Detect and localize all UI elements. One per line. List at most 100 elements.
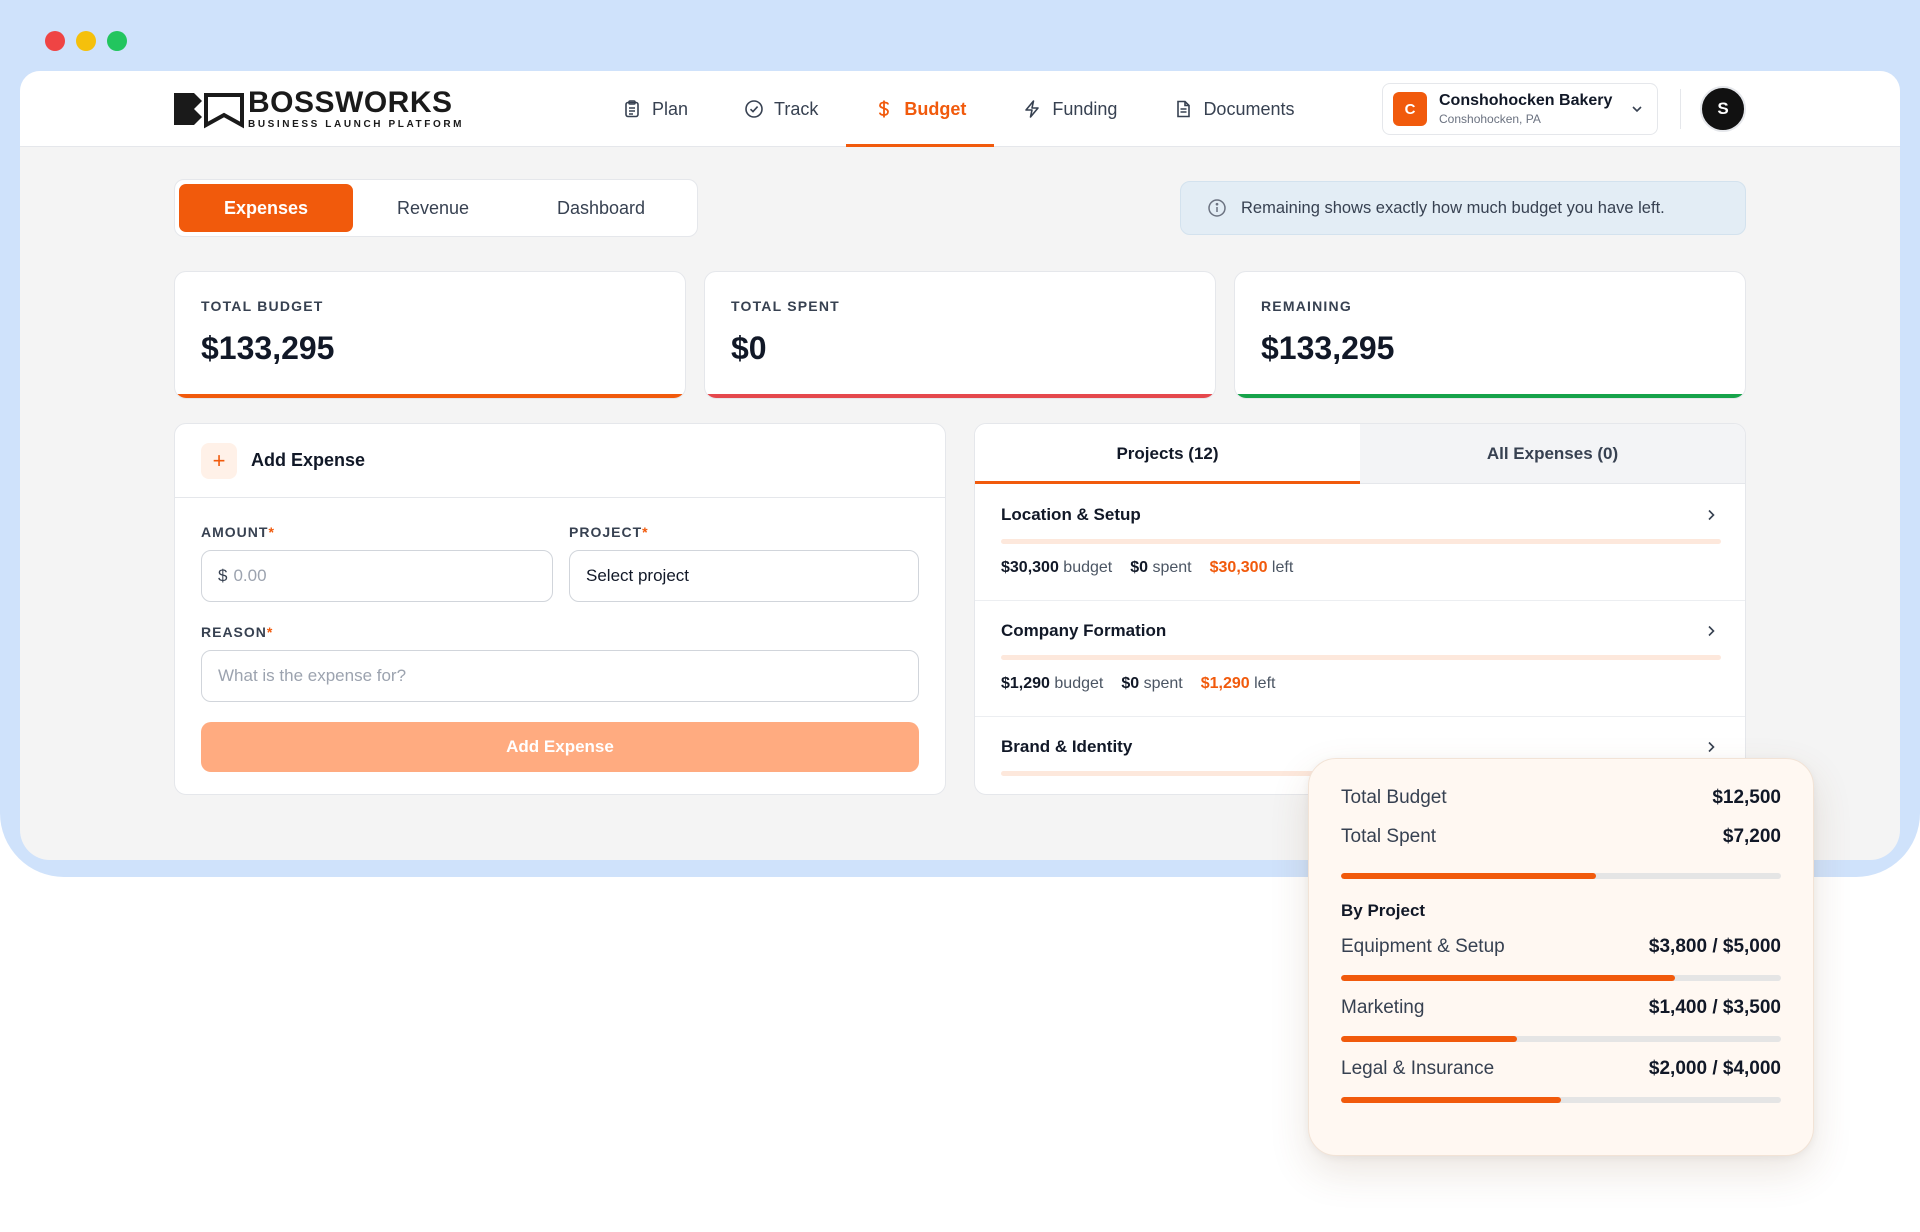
nav-item-funding[interactable]: Funding xyxy=(994,71,1145,147)
window-close-dot[interactable] xyxy=(45,31,65,51)
nav-label: Plan xyxy=(652,98,689,119)
progress-fill xyxy=(1341,1097,1561,1103)
add-expense-button[interactable]: Add Expense xyxy=(201,722,919,772)
stat-card-remaining: REMAINING $133,295 xyxy=(1234,271,1746,399)
project-select[interactable]: Select project xyxy=(569,550,919,602)
amount-label: AMOUNT* xyxy=(201,524,275,540)
stat-accent-bar xyxy=(705,394,1215,398)
project-title: Company Formation xyxy=(1001,621,1167,640)
currency-symbol: $ xyxy=(218,566,228,585)
project-title: Location & Setup xyxy=(1001,505,1141,524)
lightning-icon xyxy=(1025,100,1040,118)
nav-item-budget[interactable]: Budget xyxy=(846,71,995,147)
bossworks-logo-icon xyxy=(174,93,244,129)
amount-label-text: AMOUNT xyxy=(201,524,269,540)
info-icon xyxy=(1208,199,1226,217)
stat-value: $133,295 xyxy=(1261,330,1395,366)
chevron-down-icon xyxy=(1632,106,1642,113)
top-header: BOSSWORKS BUSINESS LAUNCH PLATFORM Plan xyxy=(20,71,1900,147)
header-divider xyxy=(1680,89,1681,129)
nav-item-documents[interactable]: Documents xyxy=(1145,71,1322,147)
nav-item-plan[interactable]: Plan xyxy=(594,71,716,147)
budget-summary-card: Total Budget $12,500 Total Spent $7,200 … xyxy=(1308,758,1814,1156)
add-expense-form: + Add Expense AMOUNT* $ 0.00 PROJECT* Se… xyxy=(174,423,946,795)
tab-revenue[interactable]: Revenue xyxy=(353,184,513,232)
summary-project-row: Legal & Insurance $2,000 / $4,000 xyxy=(1341,1058,1781,1080)
summary-total-spent-row: Total Spent $7,200 xyxy=(1341,826,1781,848)
progress-fill xyxy=(1341,975,1676,981)
chevron-right-icon xyxy=(1708,509,1715,521)
clipboard-icon xyxy=(625,100,639,118)
tab-all-expenses[interactable]: All Expenses (0) xyxy=(1360,424,1745,483)
reason-input[interactable]: What is the expense for? xyxy=(201,650,919,702)
reason-label-text: REASON xyxy=(201,624,267,640)
summary-total-budget-row: Total Budget $12,500 xyxy=(1341,787,1781,809)
summary-value: $7,200 xyxy=(1722,826,1781,847)
required-mark: * xyxy=(642,524,649,540)
project-progress-track xyxy=(1001,655,1721,660)
form-title: Add Expense xyxy=(251,450,366,470)
project-row[interactable]: Location & Setup $30,300 budget $0 spent… xyxy=(975,485,1745,601)
plus-icon: + xyxy=(201,442,237,479)
tab-projects[interactable]: Projects (12) xyxy=(975,424,1360,484)
project-stats: $1,290 budget $0 spent $1,290 left xyxy=(1001,675,1275,693)
tab-expenses[interactable]: Expenses xyxy=(179,184,353,232)
form-header: + Add Expense xyxy=(175,424,945,498)
user-avatar[interactable]: S xyxy=(1700,86,1746,132)
panel-tabs: Projects (12) All Expenses (0) xyxy=(975,424,1745,484)
amount-input[interactable]: $ 0.00 xyxy=(201,550,553,602)
chevron-right-icon xyxy=(1708,625,1715,637)
chevron-right-icon xyxy=(1708,741,1715,753)
nav-label: Funding xyxy=(1052,98,1118,119)
app-window: BOSSWORKS BUSINESS LAUNCH PLATFORM Plan xyxy=(20,71,1900,860)
project-name: Equipment & Setup xyxy=(1341,936,1505,957)
check-circle-icon xyxy=(745,100,763,118)
stat-label: REMAINING xyxy=(1261,298,1352,314)
project-spent: $0 spent xyxy=(1121,675,1183,692)
company-switcher[interactable]: C Conshohocken Bakery Conshohocken, PA xyxy=(1382,83,1658,135)
info-text: Remaining shows exactly how much budget … xyxy=(1241,198,1665,217)
project-left: $1,290 left xyxy=(1200,675,1276,692)
project-amount: $1,400 / $3,500 xyxy=(1648,997,1781,1018)
summary-spent-progress xyxy=(1341,873,1781,879)
company-badge: C xyxy=(1393,92,1427,126)
window-minimize-dot[interactable] xyxy=(76,31,96,51)
nav-label: Documents xyxy=(1203,98,1295,119)
project-select-value: Select project xyxy=(586,566,689,585)
company-name: Conshohocken Bakery xyxy=(1439,92,1613,109)
summary-label: Total Budget xyxy=(1341,787,1447,808)
brand-logo[interactable]: BOSSWORKS BUSINESS LAUNCH PLATFORM xyxy=(172,87,464,131)
window-maximize-dot[interactable] xyxy=(107,31,127,51)
project-budget: $1,290 budget xyxy=(1001,675,1104,692)
reason-label: REASON* xyxy=(201,624,273,640)
stat-value: $133,295 xyxy=(201,330,335,366)
stat-accent-bar xyxy=(175,394,685,398)
main-nav: Plan Track Budget Funding Documents xyxy=(594,71,1322,147)
nav-label: Track xyxy=(774,98,819,119)
dollar-icon xyxy=(879,100,890,118)
project-budget: $30,300 budget xyxy=(1001,559,1113,576)
project-stats: $30,300 budget $0 spent $30,300 left xyxy=(1001,559,1293,577)
summary-label: Total Spent xyxy=(1341,826,1437,847)
stat-label: TOTAL BUDGET xyxy=(201,298,324,314)
stat-card-total-spent: TOTAL SPENT $0 xyxy=(704,271,1216,399)
project-row[interactable]: Company Formation $1,290 budget $0 spent… xyxy=(975,601,1745,717)
stat-card-total-budget: TOTAL BUDGET $133,295 xyxy=(174,271,686,399)
project-name: Legal & Insurance xyxy=(1341,1058,1495,1079)
nav-item-track[interactable]: Track xyxy=(716,71,846,147)
tab-dashboard[interactable]: Dashboard xyxy=(513,184,689,232)
summary-project-row: Marketing $1,400 / $3,500 xyxy=(1341,997,1781,1019)
project-title: Brand & Identity xyxy=(1001,737,1133,756)
brand-name: BOSSWORKS xyxy=(248,85,453,119)
document-icon xyxy=(1177,100,1191,118)
summary-project-row: Equipment & Setup $3,800 / $5,000 xyxy=(1341,936,1781,958)
project-progress xyxy=(1341,975,1781,981)
projects-panel: Projects (12) All Expenses (0) Location … xyxy=(974,423,1746,795)
budget-tabs: Expenses Revenue Dashboard xyxy=(174,179,698,237)
project-progress xyxy=(1341,1036,1781,1042)
stat-label: TOTAL SPENT xyxy=(731,298,840,314)
summary-value: $12,500 xyxy=(1712,787,1781,808)
project-spent: $0 spent xyxy=(1130,559,1192,576)
by-project-heading: By Project xyxy=(1341,901,1426,920)
project-left: $30,300 left xyxy=(1209,559,1294,576)
